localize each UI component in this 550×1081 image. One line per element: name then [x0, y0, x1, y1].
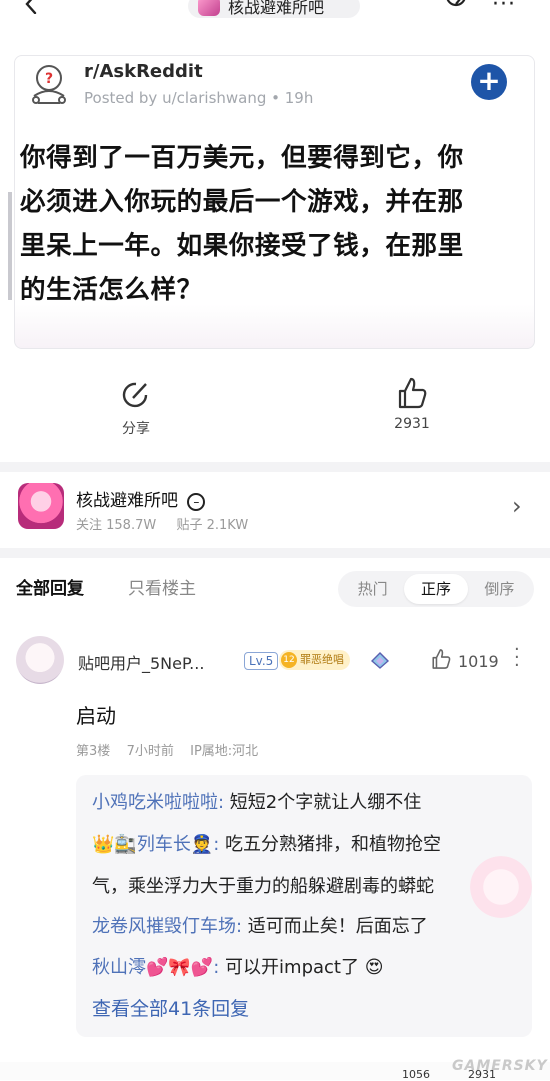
view-all-replies-link[interactable]: 查看全部41条回复: [92, 994, 249, 1021]
comment-ip: IP属地:河北: [190, 744, 259, 759]
comment-meta: 第3楼 7小时前 IP属地:河北: [76, 740, 258, 759]
reply-text: 可以开impact了 😍: [225, 957, 384, 978]
watermark: GAMERSKY: [452, 1058, 548, 1074]
sort-descending[interactable]: 倒序: [468, 574, 531, 604]
comment-time: 7小时前: [126, 744, 174, 759]
reply-item[interactable]: 秋山澪💕🎀💕: 可以开impact了 😍: [92, 955, 383, 981]
reply-author[interactable]: 秋山澪💕🎀💕: [92, 957, 213, 978]
reply-text: 适可而止矣！后面忘了: [247, 916, 428, 937]
forum-name-row[interactable]: 核战避难所吧 –: [76, 486, 206, 511]
post-line: 里呆上一年。如果你接受了钱，在那里: [20, 231, 464, 261]
posted-by: Posted by u/clarishwang • 19h: [84, 89, 314, 107]
reply-author[interactable]: 龙卷风摧毁仃车场: [92, 916, 236, 937]
like-count: 2931: [394, 416, 430, 432]
share-button[interactable]: 分享: [106, 378, 166, 438]
section-divider: [0, 462, 550, 472]
comment-username[interactable]: 贴吧用户_5NeP...: [78, 650, 204, 674]
title-badge: 12 罪恶绝唱: [279, 650, 350, 670]
sort-ascending[interactable]: 正序: [404, 574, 468, 604]
forum-posts: 贴子 2.1KW: [176, 518, 249, 533]
svg-text:?: ?: [45, 71, 53, 87]
thumbs-up-icon: [430, 648, 452, 674]
sort-hot[interactable]: 热门: [341, 574, 404, 604]
comment-text: 启动: [76, 704, 116, 728]
forum-title: 核战避难所吧: [228, 0, 325, 17]
reply-text: 气，乘坐浮力大于重力的船躲避剧毒的蟒蛇: [92, 876, 434, 897]
reply-author[interactable]: 小鸡吃米啦啦啦: [92, 792, 218, 813]
sticker-decoration: [470, 856, 532, 918]
forum-avatar[interactable]: [18, 483, 64, 529]
comment-floor: 第3楼: [76, 744, 111, 759]
comment-like-count: 1019: [458, 651, 499, 671]
gem-icon: [370, 651, 390, 669]
section-divider: [0, 548, 550, 558]
thumbs-up-icon: [395, 376, 429, 410]
forum-title-pill[interactable]: 核战避难所吧: [188, 0, 360, 18]
reply-text: 短短2个字就让人绷不住: [229, 792, 422, 813]
level-badge: Lv.5: [244, 652, 279, 670]
reply-item[interactable]: 👑🚉列车长👮: 吃五分熟猪排，和植物抢空: [92, 832, 441, 858]
forum-followers: 关注 158.7W: [76, 518, 157, 533]
card-accent-bar: [8, 192, 12, 300]
bottom-count-left: 1056: [402, 1068, 430, 1081]
badge-title: 罪恶绝唱: [300, 653, 344, 666]
share-icon: [119, 378, 153, 412]
post-question: 你得到了一百万美元，但要得到它，你 必须进入你玩的最后一个游戏，并在那 里呆上一…: [20, 136, 530, 312]
forum-name: 核战避难所吧: [76, 491, 178, 511]
avatar[interactable]: [16, 636, 64, 684]
like-button[interactable]: 2931: [382, 376, 442, 432]
forum-mini-avatar: [198, 0, 220, 16]
reply-item[interactable]: 小鸡吃米啦啦啦: 短短2个字就让人绷不住: [92, 790, 421, 816]
post-line: 必须进入你玩的最后一个游戏，并在那: [20, 187, 464, 217]
comment-like-button[interactable]: 1019: [430, 648, 499, 674]
reply-item[interactable]: 龙卷风摧毁仃车场: 适可而止矣！后面忘了: [92, 914, 428, 940]
forum-verified-icon: –: [187, 493, 206, 511]
reply-continuation: 气，乘坐浮力大于重力的船躲避剧毒的蟒蛇: [92, 874, 434, 900]
share-icon[interactable]: [444, 0, 468, 14]
reply-text: 吃五分熟猪排，和植物抢空: [225, 834, 442, 855]
badge-number: 12: [281, 652, 297, 668]
join-button[interactable]: +: [471, 64, 507, 100]
subreddit-icon: ?: [26, 62, 72, 108]
chevron-right-icon[interactable]: ›: [512, 492, 522, 520]
post-line: 你得到了一百万美元，但要得到它，你: [20, 143, 464, 173]
subreddit-name: r/AskReddit: [84, 61, 203, 82]
tab-host-only[interactable]: 只看楼主: [128, 574, 196, 599]
reply-author[interactable]: 👑🚉列车长👮: [92, 834, 213, 855]
more-icon[interactable]: ···: [492, 0, 516, 17]
post-line: 的生活怎么样？: [20, 275, 203, 305]
forum-stats: 关注 158.7W 贴子 2.1KW: [76, 514, 248, 533]
share-label: 分享: [122, 421, 150, 437]
sort-toggle: 热门 正序 倒序: [338, 571, 534, 607]
comment-more-icon[interactable]: · · ·: [514, 641, 520, 675]
back-icon[interactable]: [22, 0, 42, 15]
tab-all-replies[interactable]: 全部回复: [16, 574, 84, 599]
